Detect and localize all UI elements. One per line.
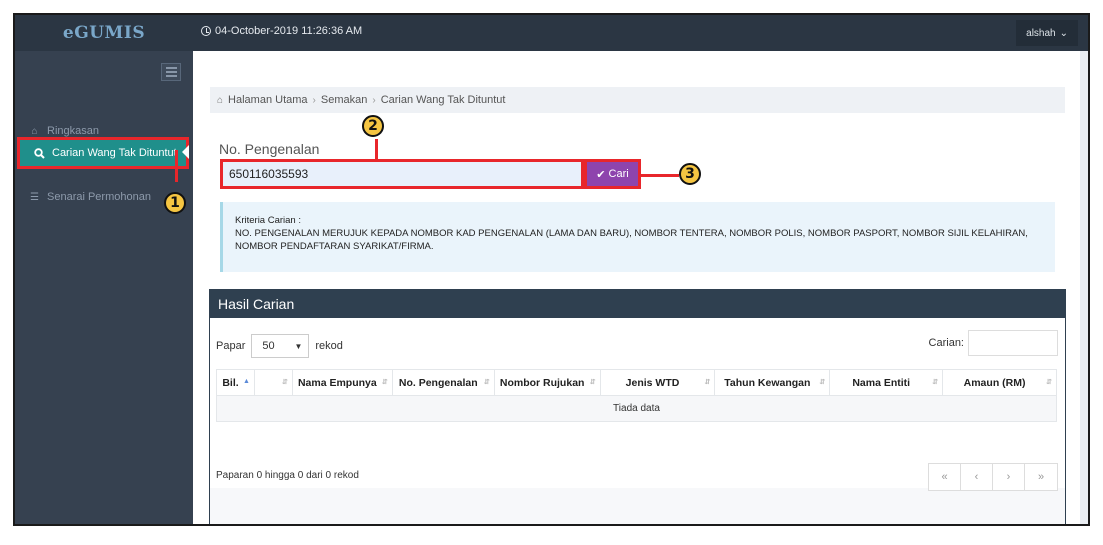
next-page-button[interactable]: ›: [993, 464, 1025, 490]
search-icon: [34, 147, 45, 159]
app-window: eGUMIS 04-October-2019 11:26:36 AM alsha…: [13, 13, 1090, 526]
sort-icon: ⇵: [589, 379, 596, 386]
page-length-value: 50: [262, 340, 275, 352]
note-title: Kriteria Carian :: [235, 215, 301, 226]
main-content: ⌂ Halaman Utama › Semakan › Carian Wang …: [193, 51, 1080, 524]
column-header-nama-entiti[interactable]: Nama Entiti ⇵: [829, 369, 944, 396]
table-row: Tiada data: [216, 395, 1057, 422]
table-header-row: Bil. ▲ ⇵ Nama Empunya ⇵ No. Pengenalan ⇵ No…: [216, 369, 1057, 396]
results-body: Papar 50 ▼ rekod Carian: Bil. ▲ ⇵ Nama E…: [210, 318, 1065, 491]
user-menu[interactable]: alshah ⌄: [1016, 20, 1078, 46]
callout-3-connector: [641, 174, 679, 177]
column-header-no-pengenalan[interactable]: No. Pengenalan ⇵: [391, 369, 495, 396]
breadcrumb: ⌂ Halaman Utama › Semakan › Carian Wang …: [210, 87, 1065, 113]
column-header-jenis-wtd[interactable]: Jenis WTD ⇵: [599, 369, 716, 396]
check-icon: ✔: [596, 168, 606, 181]
sort-icon: ⇵: [282, 379, 288, 386]
sidebar-item-label: Ringkasan: [47, 125, 99, 137]
table-search-input[interactable]: [968, 330, 1058, 356]
last-page-button[interactable]: »: [1025, 464, 1057, 490]
datetime-text: 04-October-2019 11:26:36 AM: [215, 25, 363, 37]
search-button-label: Cari: [608, 168, 629, 180]
search-button-wrapper: ✔ Cari: [584, 159, 641, 189]
chevron-right-icon: ›: [312, 94, 316, 106]
search-criteria-note: Kriteria Carian : NO. PENGENALAN MERUJUK…: [220, 202, 1055, 272]
sidebar-item-carian[interactable]: Carian Wang Tak Dituntut: [17, 137, 189, 169]
length-prefix: Papar: [216, 340, 246, 352]
top-bar: eGUMIS 04-October-2019 11:26:36 AM alsha…: [15, 15, 1088, 51]
clock-icon: [201, 26, 211, 36]
home-icon: ⌂: [31, 125, 38, 137]
sort-icon: ⇵: [381, 379, 388, 386]
sort-icon: ⇵: [819, 379, 826, 386]
dropdown-arrow-icon: ▼: [294, 341, 303, 351]
column-header-nombor-rujukan[interactable]: Nombor Rujukan ⇵: [493, 369, 601, 396]
sidebar-item-label: Carian Wang Tak Dituntut: [52, 147, 177, 159]
active-caret-icon: [182, 145, 189, 159]
callout-2-badge: 2: [362, 115, 384, 137]
table-info: Paparan 0 hingga 0 dari 0 rekod: [216, 470, 359, 481]
search-button[interactable]: ✔ Cari: [587, 162, 638, 186]
sort-asc-icon: ▲: [243, 378, 250, 385]
id-number-input[interactable]: [223, 162, 581, 186]
column-header-nama-empunya[interactable]: Nama Empunya ⇵: [291, 369, 393, 396]
sort-icon: ⇵: [704, 379, 711, 386]
sort-icon: ⇵: [932, 379, 939, 386]
callout-1-connector: [175, 150, 178, 182]
results-panel: Hasil Carian Papar 50 ▼ rekod Carian: Bi…: [209, 289, 1066, 524]
column-header-amaun[interactable]: Amaun (RM) ⇵: [942, 369, 1057, 396]
menu-toggle-icon[interactable]: [161, 63, 181, 81]
home-icon: ⌂: [217, 94, 224, 106]
note-text: NO. PENGENALAN MERUJUK KEPADA NOMBOR KAD…: [235, 228, 1028, 252]
datetime-display: 04-October-2019 11:26:36 AM: [201, 25, 362, 37]
id-number-field-wrapper: [220, 159, 584, 189]
sort-icon: ⇵: [483, 379, 490, 386]
callout-1-badge: 1: [164, 192, 186, 214]
chevron-right-icon: ›: [372, 94, 376, 106]
table-search: Carian:: [929, 330, 1058, 356]
sidebar: ⌂ Ringkasan Carian Wang Tak Dituntut ☰ S…: [15, 51, 193, 524]
breadcrumb-item-home[interactable]: Halaman Utama: [228, 94, 307, 106]
page-length-select[interactable]: 50 ▼: [251, 334, 310, 358]
results-table: Bil. ▲ ⇵ Nama Empunya ⇵ No. Pengenalan ⇵ No…: [216, 369, 1057, 422]
pagination: « ‹ › »: [928, 463, 1058, 491]
chevron-down-icon: ⌄: [1059, 27, 1068, 39]
empty-table-message: Tiada data: [216, 395, 1057, 422]
column-header-tahun-kewangan[interactable]: Tahun Kewangan ⇵: [714, 369, 831, 396]
first-page-button[interactable]: «: [929, 464, 961, 490]
table-search-label: Carian:: [928, 337, 964, 349]
app-logo[interactable]: eGUMIS: [15, 15, 193, 51]
sort-icon: ⇵: [1046, 379, 1052, 386]
user-name: alshah: [1026, 27, 1056, 39]
callout-2-connector: [375, 139, 378, 161]
scroll-gutter: [1080, 51, 1088, 524]
list-icon: ☰: [30, 191, 39, 203]
results-title: Hasil Carian: [210, 290, 1065, 318]
page-length-control: Papar 50 ▼ rekod: [216, 334, 343, 358]
column-header-blank[interactable]: ⇵: [253, 369, 293, 396]
length-suffix: rekod: [315, 340, 343, 352]
sidebar-item-label: Senarai Permohonan: [47, 191, 151, 203]
breadcrumb-item-current: Carian Wang Tak Dituntut: [380, 94, 506, 106]
breadcrumb-item-semakan[interactable]: Semakan: [321, 94, 367, 106]
id-number-label: No. Pengenalan: [219, 141, 320, 157]
column-header-bil[interactable]: Bil. ▲: [216, 369, 255, 396]
callout-3-badge: 3: [679, 163, 701, 185]
previous-page-button[interactable]: ‹: [961, 464, 993, 490]
